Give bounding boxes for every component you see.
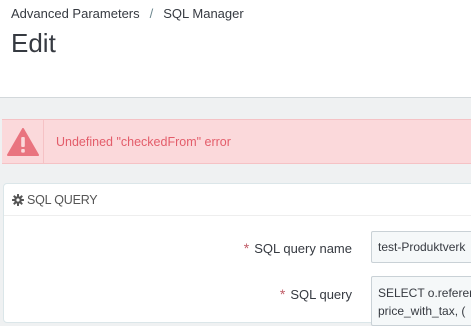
sql-query-name-input[interactable]: test-Produktverk xyxy=(371,231,471,263)
panel-divider xyxy=(4,215,471,216)
page-title: Edit xyxy=(11,28,56,58)
breadcrumb: Advanced Parameters / SQL Manager xyxy=(11,6,244,21)
panel-title: SQL QUERY xyxy=(27,193,98,207)
required-marker: * xyxy=(279,286,286,302)
sql-query-name-label-text: SQL query name xyxy=(254,241,352,256)
page-header: Advanced Parameters / SQL Manager Edit xyxy=(0,0,471,98)
breadcrumb-separator: / xyxy=(149,6,154,21)
alert-message: Undefined "checkedFrom" error xyxy=(56,135,231,149)
sql-query-textarea[interactable]: SELECT o.referer price_with_tax, ( xyxy=(371,276,471,326)
sql-query-line: SELECT o.referer xyxy=(378,286,471,300)
sql-query-name-label: * SQL query name xyxy=(244,240,352,256)
error-alert: Undefined "checkedFrom" error xyxy=(2,119,471,164)
sql-query-label: * SQL query xyxy=(280,286,352,302)
required-marker: * xyxy=(243,240,250,256)
warning-icon xyxy=(2,120,44,164)
sql-query-label-text: SQL query xyxy=(290,287,352,302)
breadcrumb-current-link[interactable]: SQL Manager xyxy=(163,6,243,21)
breadcrumb-parent-link[interactable]: Advanced Parameters xyxy=(11,6,140,21)
gear-icon xyxy=(12,194,24,206)
panel-heading: SQL QUERY xyxy=(12,193,98,207)
sql-query-line: price_with_tax, ( xyxy=(378,304,466,318)
